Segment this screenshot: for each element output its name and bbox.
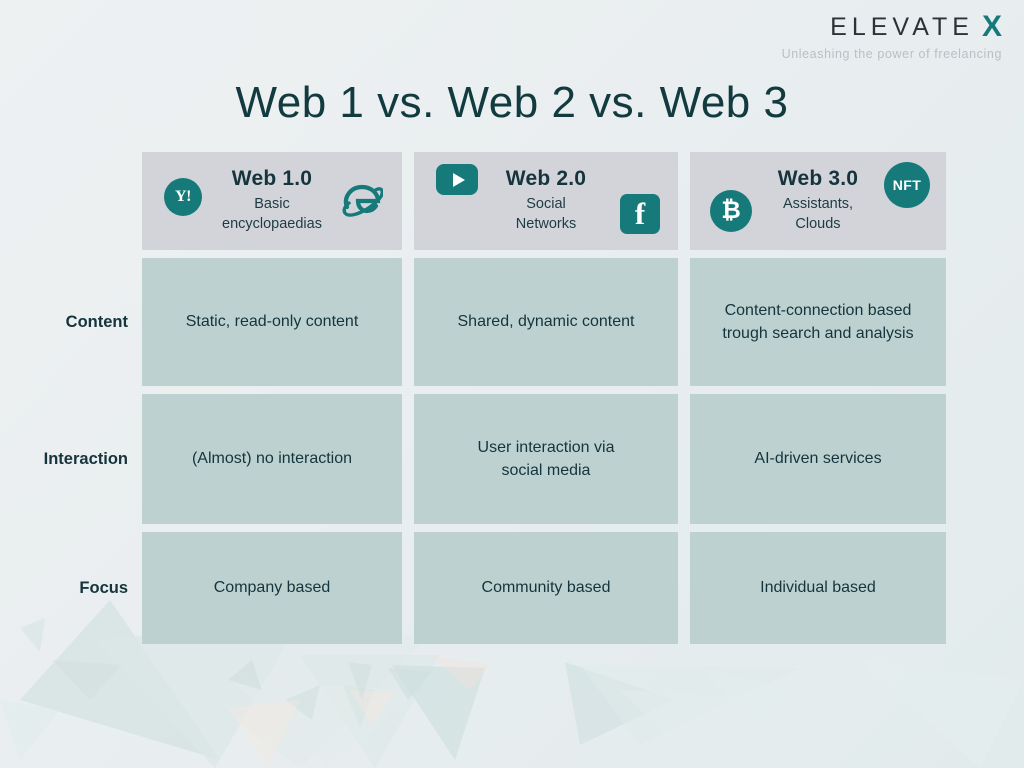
header-card-web3: ₿ NFT Web 3.0 Assistants, Clouds [690, 152, 946, 250]
cell-text: Content-connection based trough search a… [722, 301, 914, 342]
grid-header-row: Y! Web 1.0 Basic encyclopaedias f Web 2.… [0, 152, 1024, 250]
decor-triangle [228, 700, 300, 768]
cell-text: Shared, dynamic content [457, 313, 635, 331]
cell-text: Individual based [760, 579, 876, 597]
decor-triangle [52, 660, 122, 700]
header-card-web1: Y! Web 1.0 Basic encyclopaedias [142, 152, 402, 250]
cell-text: Community based [481, 579, 611, 597]
decor-triangle [228, 660, 262, 690]
cell-text: Static, read-only content [185, 313, 359, 331]
cell-focus-web1: Company based [142, 532, 402, 644]
cell-text: AI-driven services [754, 450, 882, 468]
cell-interaction-web1: (Almost) no interaction [142, 394, 402, 524]
cell-interaction-web2: User interaction via social media [414, 394, 678, 524]
cell-content-web1: Static, read-only content [142, 258, 402, 386]
header-subtitle-web1: Basic encyclopaedias [222, 196, 322, 232]
decor-triangle [343, 685, 375, 728]
row-label-focus: Focus [79, 578, 128, 597]
play-triangle-icon [452, 172, 465, 187]
row-label-interaction: Interaction [43, 449, 128, 468]
decor-triangle [300, 655, 440, 768]
cell-content-web3: Content-connection based trough search a… [690, 258, 946, 386]
brand-header: ELEVATE X Unleashing the power of freela… [781, 12, 1002, 62]
yahoo-icon: Y! [164, 178, 202, 216]
header-row-spacer [0, 152, 142, 250]
decor-triangle [700, 668, 790, 730]
decor-triangle [392, 665, 485, 760]
decor-triangle [388, 668, 432, 700]
header-title-web1: Web 1.0 [231, 167, 313, 191]
header-subtitle-web2: Social Networks [515, 196, 577, 232]
comparison-grid: Y! Web 1.0 Basic encyclopaedias f Web 2.… [0, 152, 1024, 652]
decor-triangle [285, 685, 320, 720]
brand-tagline: Unleashing the power of freelancing [781, 47, 1002, 61]
page-title: Web 1 vs. Web 2 vs. Web 3 [235, 78, 789, 127]
decor-triangle [565, 662, 675, 745]
header-subtitle-web3: Assistants, Clouds [782, 196, 854, 232]
cell-text: (Almost) no interaction [191, 450, 353, 468]
cell-interaction-web3: AI-driven services [690, 394, 946, 524]
decor-triangle [620, 690, 790, 768]
bitcoin-icon: ₿ [710, 190, 752, 232]
brand-x-mark: X [981, 10, 1002, 43]
header-title-web3: Web 3.0 [777, 167, 859, 191]
header-card-web2: f Web 2.0 Social Networks [414, 152, 678, 250]
nft-badge-icon: NFT [884, 162, 930, 208]
decor-triangle [580, 665, 800, 745]
cell-focus-web3: Individual based [690, 532, 946, 644]
header-title-web2: Web 2.0 [505, 167, 587, 191]
decor-triangle [230, 680, 420, 768]
grid-row-interaction: Interaction (Almost) no interaction User… [0, 394, 1024, 524]
decor-triangle [348, 662, 372, 700]
cell-text: User interaction via social media [477, 438, 615, 479]
row-label-content: Content [65, 312, 128, 331]
youtube-icon [436, 164, 478, 195]
facebook-icon: f [620, 194, 660, 234]
brand-logo: ELEVATE X [782, 12, 1002, 42]
cell-content-web2: Shared, dynamic content [414, 258, 678, 386]
internet-explorer-icon [340, 180, 384, 222]
decor-triangle [0, 700, 60, 760]
decor-triangle [430, 655, 490, 690]
decor-triangle [860, 660, 1024, 768]
grid-row-content: Content Static, read-only content Shared… [0, 258, 1024, 386]
cell-focus-web2: Community based [414, 532, 678, 644]
grid-row-focus: Focus Company based Community based Indi… [0, 532, 1024, 644]
decor-triangle [350, 690, 395, 726]
brand-name: ELEVATE [830, 12, 974, 41]
cell-text: Company based [213, 579, 331, 597]
decor-triangle [140, 635, 430, 768]
